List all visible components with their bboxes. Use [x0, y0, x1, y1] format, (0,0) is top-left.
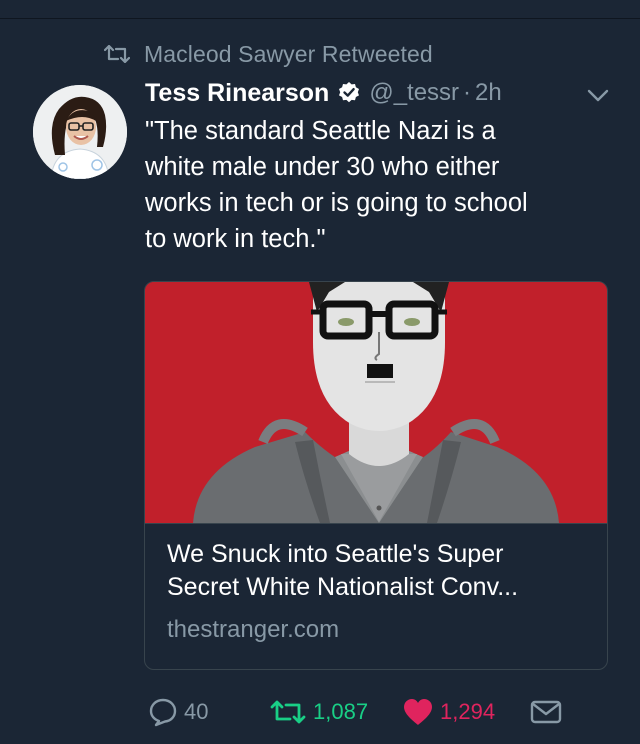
retweet-context[interactable]: Macleod Sawyer Retweeted: [104, 39, 433, 69]
reply-icon: [149, 698, 177, 727]
card-illustration: [145, 282, 607, 523]
chevron-down-icon[interactable]: [586, 88, 610, 104]
like-count: 1,294: [440, 699, 496, 724]
retweet-count: 1,087: [313, 699, 369, 724]
avatar[interactable]: [33, 85, 127, 179]
card-domain: thestranger.com: [167, 616, 340, 643]
tweet-actions: 40 1,087 1,294: [0, 690, 640, 730]
tweet-text: "The standard Seattle Nazi is a white ma…: [145, 117, 528, 253]
tweet-header: Tess Rinearson @_tessr · 2h: [145, 75, 615, 111]
link-card[interactable]: We Snuck into Seattle's Super Secret Whi…: [144, 281, 608, 670]
handle[interactable]: @_tessr: [369, 79, 459, 107]
envelope-icon: [530, 700, 562, 724]
avatar-photo: [33, 85, 127, 179]
like-button[interactable]: 1,294: [402, 696, 495, 728]
retweet-icon: [270, 700, 306, 724]
separator-dot: ·: [463, 79, 472, 106]
card-image: [145, 282, 607, 524]
display-name[interactable]: Tess Rinearson: [145, 79, 329, 108]
top-divider: [0, 18, 640, 19]
direct-message-button[interactable]: [530, 696, 562, 728]
retweet-icon: [104, 45, 130, 63]
timestamp[interactable]: 2h: [475, 79, 502, 107]
retweet-context-label: Macleod Sawyer Retweeted: [144, 40, 433, 67]
retweet-button[interactable]: 1,087: [269, 696, 368, 728]
reply-count: 40: [184, 699, 209, 724]
reply-button[interactable]: 40: [148, 696, 208, 728]
verified-badge-icon: [339, 82, 360, 103]
heart-icon: [404, 699, 432, 725]
card-title: We Snuck into Seattle's Super Secret Whi…: [167, 540, 519, 601]
